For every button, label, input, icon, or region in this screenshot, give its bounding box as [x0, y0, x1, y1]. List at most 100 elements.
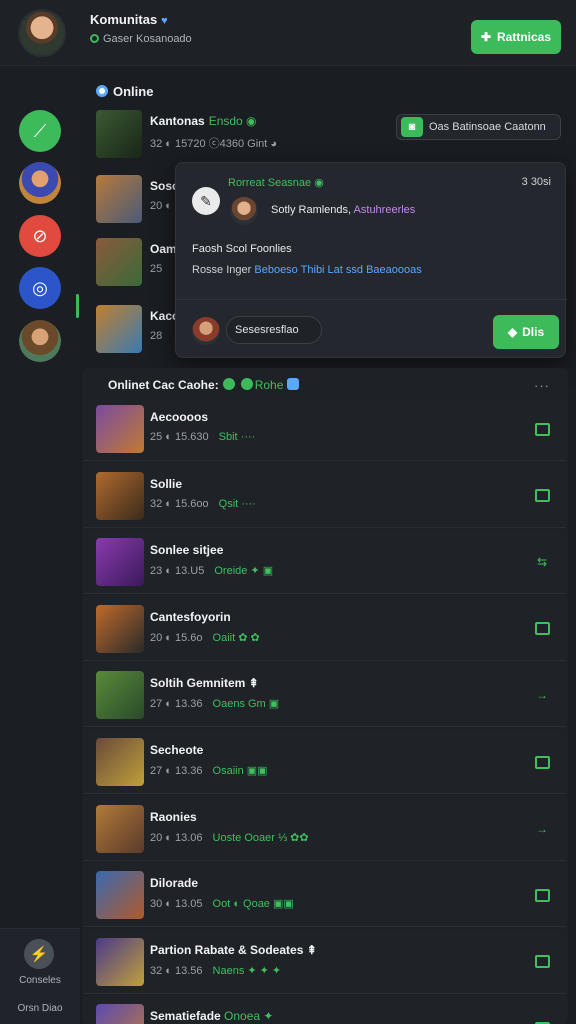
popup-action-label: Dlis: [522, 325, 545, 339]
channel-meta: 32 ◐ 13.56 Naens ✦ ✦ ✦: [150, 964, 281, 977]
user-avatar[interactable]: [18, 9, 66, 57]
online-title-text: Kantonas: [150, 114, 205, 128]
online-row-meta: 28: [150, 330, 163, 342]
open-box-icon[interactable]: [532, 753, 552, 771]
action-arrow-icon[interactable]: →: [532, 820, 552, 838]
channel-row[interactable]: Dilorade 30 ◐ 13.05 Oot ◐ Qoae ▣▣: [84, 864, 566, 928]
channel-meta-text: 27 ◐ 13.36: [150, 765, 203, 777]
divider: [176, 299, 567, 300]
green-badge-icon: [222, 378, 235, 390]
channel-status: Oaiit ✿ ✿: [212, 631, 260, 644]
channel-meta-text: 20 ◐ 13.06: [150, 831, 203, 844]
user-name: Komunitas ♥: [90, 12, 168, 27]
sidebar-trend-icon[interactable]: ⟋: [19, 110, 61, 152]
online-row-meta: 32 ◐ 15720 ⓒ4360 Gint ◕: [150, 138, 278, 150]
channel-status: Oot ◐ Qoae ▣▣: [212, 898, 294, 911]
channel-row[interactable]: Secheote 27 ◐ 13.36 Osaiin ▣▣: [84, 731, 566, 794]
channel-title-text: Secheote: [150, 743, 204, 757]
channel-title-text: Sematiefade: [150, 1009, 221, 1024]
channel-row[interactable]: Partion Rabate & Sodeates ⇞ 32 ◐ 13.56 Na…: [84, 930, 566, 994]
online-title-text: Oam: [150, 242, 177, 256]
channel-status: Sbit ····: [218, 431, 256, 443]
sender-avatar[interactable]: [230, 197, 258, 225]
channel-title: Raonies: [150, 810, 197, 824]
channel-meta: 23 ◐ 13.U5 Oreide ✦ ▣: [150, 564, 273, 577]
channel-title-text: Raonies: [150, 809, 197, 824]
join-pill-label: Oas Batinsoae Caatonn: [429, 121, 546, 133]
sidebar-hero-icon[interactable]: [19, 162, 61, 204]
channel-meta: 30 ◐ 13.05 Oot ◐ Qoae ▣▣: [150, 897, 294, 910]
channel-status: Qsit ····: [218, 497, 256, 510]
status-dot-icon: [90, 34, 99, 43]
user-status-text: Gaser Kosanoado: [103, 33, 192, 45]
channel-row[interactable]: Sonlee sitjee 23 ◐ 13.U5 Oreide ✦ ▣ ⇆: [84, 531, 566, 595]
channel-title: Sematiefade Onoea ✦: [150, 1009, 273, 1023]
list-heading-text: Onlinet Cac Caohe:: [108, 378, 219, 392]
channel-title: Secheote: [150, 743, 203, 757]
channel-title: Sollie: [150, 477, 182, 491]
channel-meta-text: 27 ◐ 13.36: [150, 698, 203, 711]
channel-title: Soltih Gemnitem ⇞: [150, 676, 259, 690]
channel-row[interactable]: Aecoooos 25 ◐ 15.630 Sbit ····: [84, 398, 566, 461]
online-row-meta: 25: [150, 263, 163, 275]
online-row-title: Kantonas Ensdo ◉: [150, 114, 257, 128]
sidebar-ranger-icon[interactable]: [19, 320, 61, 362]
channel-row[interactable]: Sollie 32 ◐ 15.6oo Qsit ····: [84, 464, 566, 528]
channel-row[interactable]: Soltih Gemnitem ⇞ 27 ◐ 13.36 Oaens Gm ▣ →: [84, 664, 566, 728]
channel-title-text: Soltih Gemnitem ⇞: [150, 676, 259, 691]
verified-icon: ♥: [161, 15, 168, 27]
channel-row[interactable]: Raonies 20 ◐ 13.06 Uoste Ooaer ⅓ ✿✿ →: [84, 797, 566, 861]
sidebar-pin-icon[interactable]: ⊘: [19, 215, 61, 257]
open-box-icon[interactable]: [532, 1019, 552, 1024]
channel-meta: 32 ◐ 15.6oo Qsit ····: [150, 498, 256, 510]
channel-status: Uoste Ooaer ⅓ ✿✿: [212, 831, 309, 844]
open-box-icon[interactable]: [532, 620, 552, 638]
subject-highlight: Astuhreerles: [353, 204, 416, 216]
channel-title: Cantesfoyorin: [150, 610, 231, 624]
channel-meta: 27 ◐ 13.36 Osaiin ▣▣: [150, 764, 268, 777]
action-arrow-icon[interactable]: ⇆: [532, 553, 552, 571]
channel-status: Oaens Gm ▣: [212, 698, 280, 711]
channel-meta: 20 ◐ 13.06 Uoste Ooaer ⅓ ✿✿: [150, 831, 309, 844]
channel-status: Naens ✦ ✦ ✦: [212, 964, 282, 977]
popup-body-line: Faosh Scol Foonlies: [192, 243, 292, 255]
blue-badge-icon: [286, 378, 299, 390]
channel-meta-text: 30 ◐ 13.05: [150, 898, 203, 911]
green-badge-icon: [240, 378, 253, 390]
online-row-title: Oam: [150, 242, 177, 256]
sidebar-active-indicator: [76, 294, 79, 318]
trend-icon: ⟋: [33, 120, 47, 141]
primary-action-button[interactable]: ✚ Rattnicas: [471, 20, 561, 54]
online-row[interactable]: Kantonas Ensdo ◉ 32 ◐ 15720 ⓒ4360 Gint ◕ …: [96, 110, 566, 162]
popup-action-button[interactable]: ◆ Dlis: [493, 315, 559, 349]
channel-meta-text: 23 ◐ 13.U5: [150, 565, 205, 578]
channel-meta: 25 ◐ 15.630 Sbit ····: [150, 431, 255, 443]
sidebar-bottom-label[interactable]: Conseles: [0, 975, 80, 986]
sidebar-globe-icon[interactable]: ◎: [19, 267, 61, 309]
online-ring-icon: [96, 85, 108, 97]
join-pill-button[interactable]: ◙ Oas Batinsoae Caatonn: [396, 114, 561, 140]
popup-link[interactable]: Beboeso Thibi Lat ssd Baeaoooas: [254, 264, 421, 276]
open-box-icon[interactable]: [532, 953, 552, 971]
channel-row[interactable]: Sematiefade Onoea ✦: [84, 997, 566, 1024]
channel-meta: 20 ◐ 15.6o Oaiit ✿ ✿: [150, 631, 260, 644]
open-box-icon[interactable]: [532, 487, 552, 505]
action-arrow-icon[interactable]: →: [532, 686, 552, 704]
bolt-glyph: ⚡: [29, 946, 49, 963]
body-lead: Rosse Inger: [192, 264, 252, 276]
channel-title: Dilorade: [150, 876, 198, 890]
online-heading: Online: [96, 84, 153, 99]
game-thumbnail: [96, 405, 144, 453]
bolt-icon[interactable]: ⚡: [24, 939, 54, 969]
game-thumbnail: [96, 604, 144, 653]
game-thumbnail: [96, 238, 142, 286]
more-icon[interactable]: ···: [534, 378, 550, 393]
open-box-icon[interactable]: [532, 886, 552, 904]
channel-row[interactable]: Cantesfoyorin 20 ◐ 15.6o Oaiit ✿ ✿: [84, 597, 566, 661]
channel-title-text: Cantesfoyorin: [150, 609, 231, 624]
sidebar-bottom-sublabel[interactable]: Orsn Diao: [0, 1003, 80, 1014]
open-box-icon[interactable]: [532, 420, 552, 438]
list-heading: Onlinet Cac Caohe: Rohe: [108, 378, 299, 392]
reply-input[interactable]: Sesesresflao: [226, 316, 322, 344]
channel-title-text: Dilorade: [150, 876, 199, 891]
